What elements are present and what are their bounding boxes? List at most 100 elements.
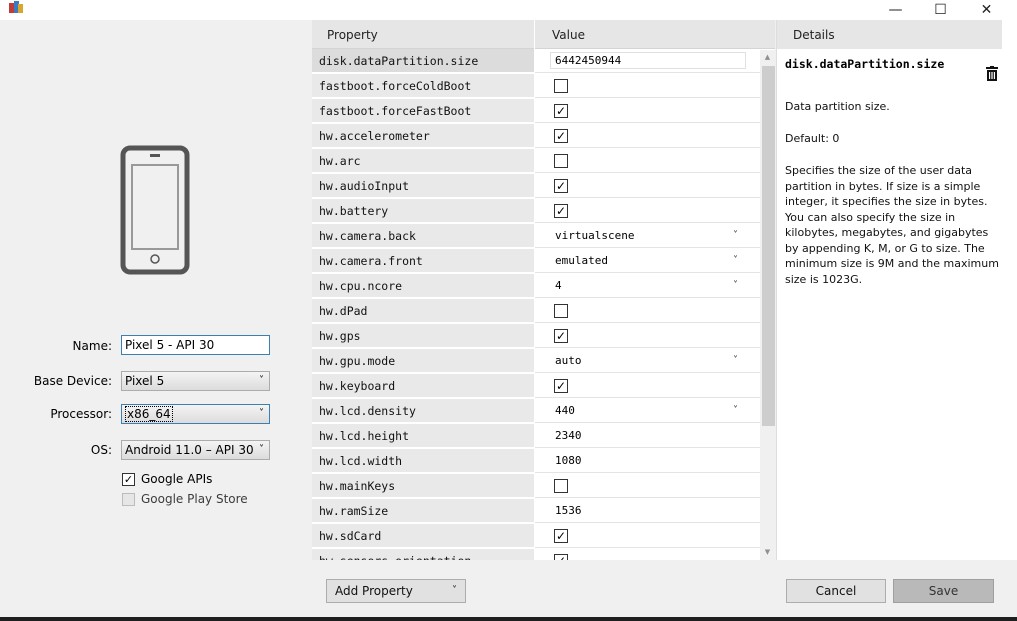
name-field[interactable]: Pixel 5 - API 30 [121,335,270,355]
property-name-cell[interactable]: hw.gpu.mode [312,349,534,373]
property-name-cell[interactable]: hw.lcd.height [312,424,534,448]
property-value-cell[interactable]: ✓ [535,99,760,123]
property-row[interactable]: hw.lcd.density 440 ˅ [312,399,760,424]
property-name-cell[interactable]: hw.sensors.orientation [312,549,534,560]
chevron-down-icon[interactable]: ˅ [733,349,738,373]
close-button[interactable]: ✕ [964,0,1009,20]
property-row[interactable]: hw.arc [312,149,760,174]
scroll-up-icon[interactable]: ▲ [760,50,775,65]
property-name-cell[interactable]: fastboot.forceFastBoot [312,99,534,123]
property-row[interactable]: hw.accelerometer ✓ [312,124,760,149]
property-row[interactable]: hw.keyboard ✓ [312,374,760,399]
property-row[interactable]: hw.gps ✓ [312,324,760,349]
vertical-scrollbar[interactable]: ▲ ▼ [760,50,775,560]
property-value-cell[interactable]: ✓ [535,324,760,348]
property-value-cell[interactable] [535,299,760,323]
property-row[interactable]: hw.mainKeys [312,474,760,499]
property-value-cell[interactable]: 1080 [535,449,760,473]
property-value-cell[interactable]: ✓ [535,199,760,223]
property-value-cell[interactable] [535,149,760,173]
checkbox-checked-icon[interactable]: ✓ [554,179,568,193]
value-column-header[interactable]: Value [537,20,760,49]
maximize-button[interactable]: ☐ [918,0,963,20]
property-row[interactable]: hw.sdCard ✓ [312,524,760,549]
property-name-cell[interactable]: fastboot.forceColdBoot [312,74,534,98]
property-name-cell[interactable]: hw.battery [312,199,534,223]
property-value-cell[interactable]: 1536 [535,499,760,523]
checkbox-unchecked-icon[interactable] [554,304,568,318]
checkbox-unchecked-icon[interactable] [554,479,568,493]
property-name-cell[interactable]: hw.audioInput [312,174,534,198]
base-device-select[interactable]: Pixel 5 ˅ [121,371,270,391]
processor-select[interactable]: x86_64 ˅ [121,404,270,424]
checkbox-checked-icon[interactable]: ✓ [554,129,568,143]
property-row[interactable]: hw.gpu.mode auto ˅ [312,349,760,374]
scroll-down-icon[interactable]: ▼ [760,545,775,560]
chevron-down-icon[interactable]: ˅ [733,224,738,248]
property-value-cell[interactable]: ✓ [535,174,760,198]
scrollbar-thumb[interactable] [762,66,775,426]
chevron-down-icon[interactable]: ˅ [733,399,738,423]
property-row[interactable]: fastboot.forceFastBoot ✓ [312,99,760,124]
checkbox-checked-icon[interactable]: ✓ [554,204,568,218]
property-name-cell[interactable]: hw.gps [312,324,534,348]
property-value-cell[interactable]: 2340 [535,424,760,448]
property-name-cell[interactable]: hw.lcd.width [312,449,534,473]
checkbox-checked-icon[interactable]: ✓ [554,329,568,343]
checkbox-checked-icon[interactable]: ✓ [554,379,568,393]
property-name-cell[interactable]: hw.dPad [312,299,534,323]
property-row[interactable]: hw.battery ✓ [312,199,760,224]
property-name-cell[interactable]: hw.sdCard [312,524,534,548]
property-value-cell[interactable]: emulated ˅ [535,249,760,273]
checkbox-unchecked-icon[interactable] [554,154,568,168]
property-name-cell[interactable]: hw.keyboard [312,374,534,398]
property-row[interactable]: hw.ramSize 1536 [312,499,760,524]
property-row[interactable]: hw.audioInput ✓ [312,174,760,199]
property-value-cell[interactable]: ✓ [535,524,760,548]
property-column-header[interactable]: Property [312,20,534,49]
property-value-cell[interactable] [535,474,760,498]
property-value-cell[interactable]: auto ˅ [535,349,760,373]
property-row[interactable]: hw.lcd.height 2340 [312,424,760,449]
cancel-button[interactable]: Cancel [786,579,886,603]
checkbox-checked-icon[interactable]: ✓ [554,104,568,118]
add-property-label: Add Property [335,584,413,598]
property-value-cell[interactable] [535,74,760,98]
save-button[interactable]: Save [893,579,994,603]
add-property-button[interactable]: Add Property ˅ [326,579,466,603]
property-name-cell[interactable]: hw.camera.back [312,224,534,248]
chevron-down-icon[interactable]: ˅ [733,274,738,298]
property-row[interactable]: fastboot.forceColdBoot [312,74,760,99]
property-value-cell[interactable]: virtualscene ˅ [535,224,760,248]
property-row[interactable]: hw.camera.front emulated ˅ [312,249,760,274]
google-apis-checkbox[interactable]: ✓ Google APIs [122,471,212,487]
checkbox-checked-icon[interactable]: ✓ [554,529,568,543]
property-value-cell[interactable]: 6442450944 [535,49,760,73]
minimize-button[interactable]: — [873,0,918,20]
property-name-cell[interactable]: hw.lcd.density [312,399,534,423]
property-name-cell[interactable]: hw.cpu.ncore [312,274,534,298]
property-value-cell[interactable]: 4 ˅ [535,274,760,298]
checkbox-unchecked-icon[interactable] [554,79,568,93]
property-value-input[interactable]: 6442450944 [550,52,746,69]
os-select[interactable]: Android 11.0 – API 30 ˅ [121,440,270,460]
chevron-down-icon[interactable]: ˅ [733,249,738,273]
property-row[interactable]: hw.cpu.ncore 4 ˅ [312,274,760,299]
property-name-cell[interactable]: hw.camera.front [312,249,534,273]
google-play-store-checkbox[interactable]: Google Play Store [122,491,248,507]
property-name-cell[interactable]: hw.accelerometer [312,124,534,148]
property-name-cell[interactable]: hw.arc [312,149,534,173]
property-row[interactable]: hw.sensors.orientation✓ [312,549,760,560]
property-value-cell[interactable]: ✓ [535,549,760,560]
trash-icon[interactable] [986,66,998,81]
property-value-cell[interactable]: ✓ [535,374,760,398]
property-row[interactable]: hw.camera.back virtualscene ˅ [312,224,760,249]
property-row[interactable]: hw.dPad [312,299,760,324]
property-row[interactable]: disk.dataPartition.size 6442450944 [312,49,760,74]
property-name-cell[interactable]: hw.ramSize [312,499,534,523]
property-name-cell[interactable]: disk.dataPartition.size [312,49,534,73]
property-name-cell[interactable]: hw.mainKeys [312,474,534,498]
property-row[interactable]: hw.lcd.width 1080 [312,449,760,474]
property-value-cell[interactable]: ✓ [535,124,760,148]
property-value-cell[interactable]: 440 ˅ [535,399,760,423]
